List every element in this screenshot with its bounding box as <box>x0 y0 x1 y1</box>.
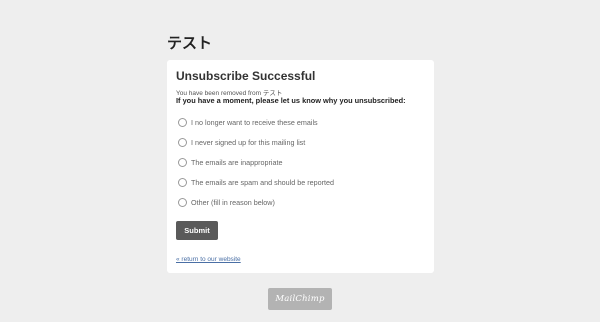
radio-button[interactable] <box>178 197 187 207</box>
radio-button[interactable] <box>178 137 187 147</box>
list-name-heading: テスト <box>167 34 213 52</box>
reason-label: The emails are inappropriate <box>191 157 283 167</box>
page-title: Unsubscribe Successful <box>176 69 316 83</box>
radio-button[interactable] <box>178 177 187 187</box>
radio-button[interactable] <box>178 117 187 127</box>
reason-option-never-signed-up[interactable]: I never signed up for this mailing list <box>178 132 334 152</box>
reason-label: I never signed up for this mailing list <box>191 137 306 147</box>
reason-label: I no longer want to receive these emails <box>191 117 318 127</box>
mailchimp-logo-text: MailChimp <box>275 294 325 304</box>
reason-label: Other (fill in reason below) <box>191 197 275 207</box>
reason-list: I no longer want to receive these emails… <box>178 112 334 212</box>
reason-label: The emails are spam and should be report… <box>191 177 335 187</box>
reason-question: If you have a moment, please let us know… <box>176 96 406 105</box>
mailchimp-badge[interactable]: MailChimp <box>268 288 332 310</box>
reason-option-other[interactable]: Other (fill in reason below) <box>178 192 334 212</box>
return-to-website-link[interactable]: « return to our website <box>176 256 241 263</box>
unsubscribe-card: Unsubscribe Successful You have been rem… <box>167 60 434 273</box>
reason-option-inappropriate[interactable]: The emails are inappropriate <box>178 152 334 172</box>
radio-button[interactable] <box>178 157 187 167</box>
reason-option-no-longer-want[interactable]: I no longer want to receive these emails <box>178 112 334 132</box>
submit-button[interactable]: Submit <box>176 221 218 240</box>
reason-option-spam[interactable]: The emails are spam and should be report… <box>178 172 334 192</box>
